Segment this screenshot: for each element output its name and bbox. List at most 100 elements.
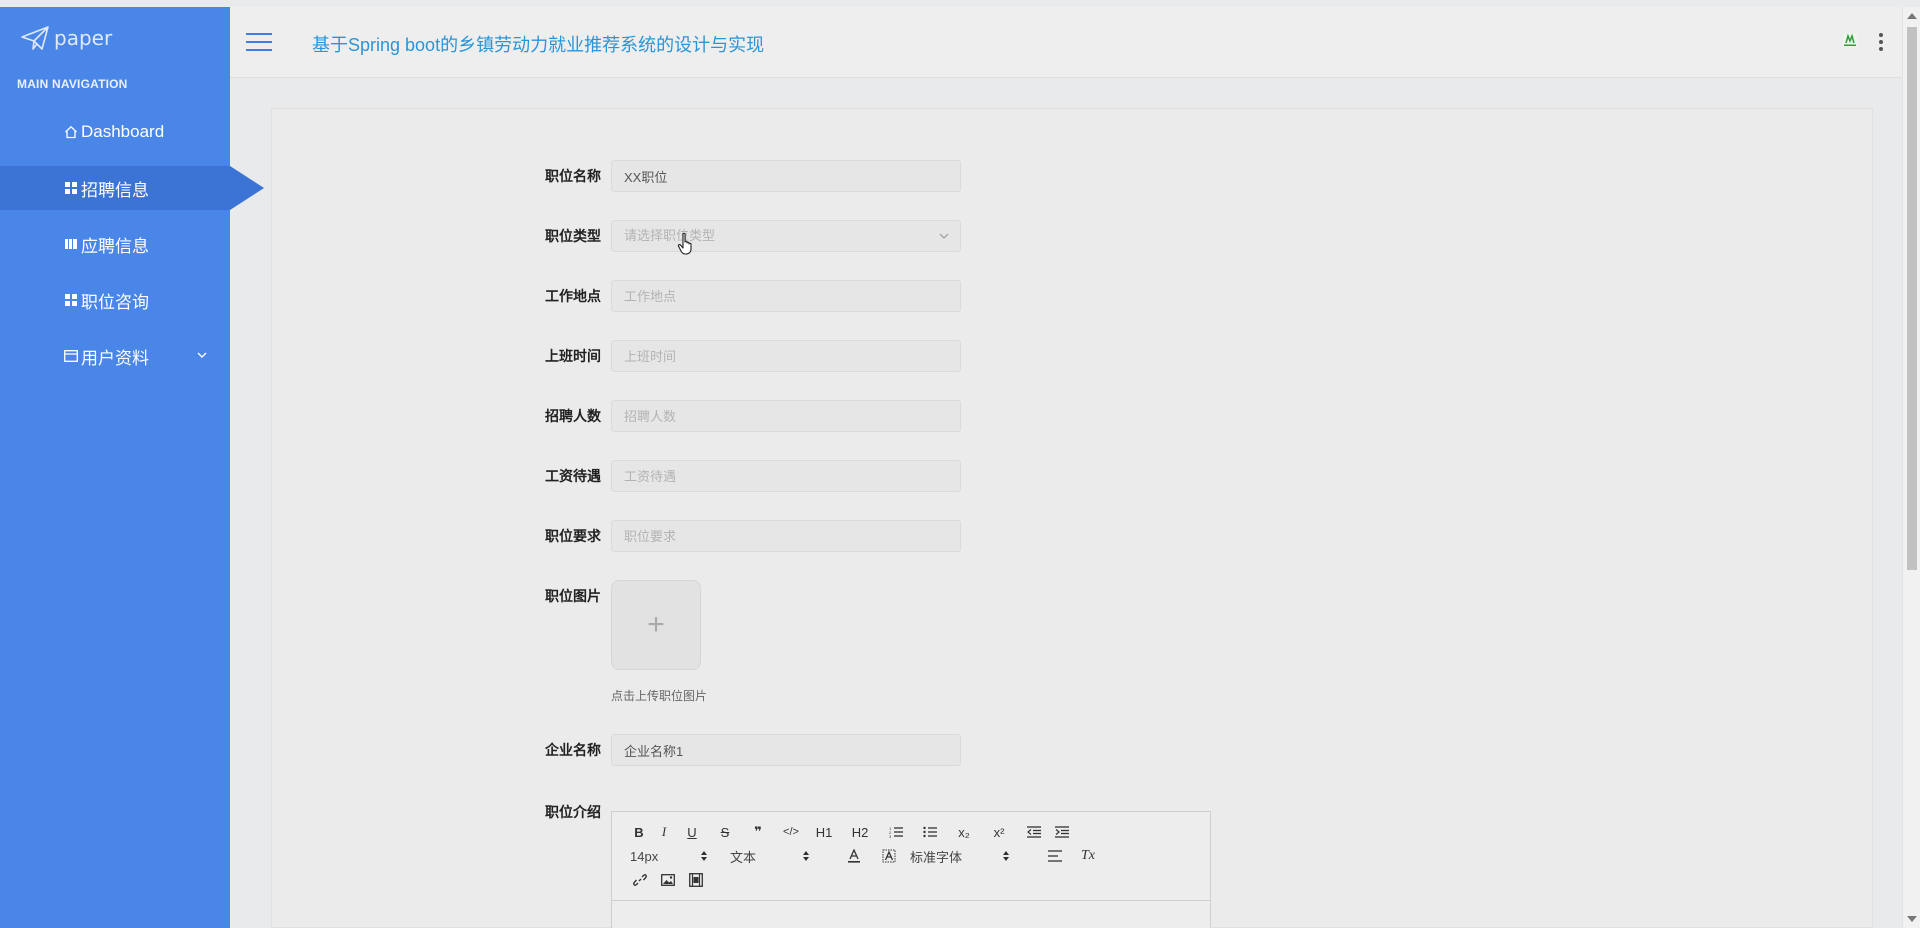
image-upload-button[interactable]: +: [611, 580, 701, 670]
background-color-button[interactable]: [868, 845, 910, 867]
chevron-down-icon: [197, 352, 207, 358]
form-row-job-type: 职位类型 请选择职位类型: [545, 220, 961, 255]
form-row-job-image: 职位图片 +: [545, 580, 701, 670]
hand-cursor-icon: [677, 232, 692, 255]
book-icon: [64, 237, 78, 251]
editor-content-area[interactable]: [612, 900, 1210, 928]
sidebar-item-label: 招聘信息: [81, 180, 149, 200]
italic-button[interactable]: I: [650, 821, 678, 843]
more-options-icon[interactable]: [1878, 33, 1884, 51]
salary-input[interactable]: [611, 460, 961, 492]
home-icon: [64, 125, 78, 139]
sidebar-item-application-info[interactable]: 应聘信息: [0, 222, 230, 266]
font-color-icon: [848, 849, 860, 863]
video-button[interactable]: [682, 869, 710, 891]
grid-icon: [64, 293, 78, 307]
scroll-thumb[interactable]: [1907, 27, 1917, 570]
chevron-down-icon: [939, 233, 949, 239]
job-type-select[interactable]: 请选择职位类型: [611, 220, 961, 255]
font-color-button[interactable]: [840, 845, 868, 867]
editor-toolbar-row-1: B I U S ❞ </> H1 H2 123 x₂ x²: [628, 821, 1076, 843]
outdent-button[interactable]: [1020, 821, 1048, 843]
indent-button[interactable]: [1048, 821, 1076, 843]
sidebar-item-recruitment-info[interactable]: 招聘信息: [0, 166, 264, 210]
work-location-label: 工作地点: [545, 288, 601, 304]
grid-icon: [64, 181, 78, 195]
job-name-label: 职位名称: [545, 168, 601, 184]
scroll-up-arrow-icon[interactable]: [1907, 13, 1917, 19]
strike-button[interactable]: S: [706, 821, 744, 843]
font-size-select[interactable]: 14px: [630, 845, 730, 867]
sidebar-item-label: Dashboard: [81, 122, 165, 141]
form-row-requirements: 职位要求: [545, 520, 961, 552]
form-row-work-time: 上班时间: [545, 340, 961, 372]
video-icon: [689, 873, 703, 887]
ordered-list-icon: 123: [889, 826, 903, 838]
sidebar: paper MAIN NAVIGATION Dashboard 招聘信息 应聘信…: [0, 7, 264, 928]
page-title: 基于Spring boot的乡镇劳动力就业推荐系统的设计与实现: [312, 35, 765, 55]
menu-toggle-icon[interactable]: [246, 33, 272, 53]
sidebar-item-label: 职位咨询: [81, 292, 149, 312]
font-family-value: 标准字体: [910, 849, 963, 865]
work-time-input[interactable]: [611, 340, 961, 372]
h2-button[interactable]: H2: [838, 821, 882, 843]
bullet-list-button[interactable]: [910, 821, 950, 843]
requirements-input[interactable]: [611, 520, 961, 552]
sidebar-nav: Dashboard 招聘信息 应聘信息 职位咨询 用户资料: [0, 110, 264, 390]
clear-format-button[interactable]: Tx: [1074, 845, 1102, 867]
job-intro-label: 职位介绍: [545, 804, 601, 820]
requirements-label: 职位要求: [545, 528, 601, 544]
sidebar-item-dashboard[interactable]: Dashboard: [0, 110, 230, 154]
outdent-icon: [1027, 826, 1041, 838]
sidebar-item-label: 应聘信息: [81, 236, 149, 256]
font-family-select[interactable]: 标准字体: [910, 845, 1036, 867]
company-name-label: 企业名称: [545, 742, 601, 758]
page-scrollbar[interactable]: [1902, 7, 1920, 928]
scroll-down-arrow-icon[interactable]: [1907, 916, 1917, 922]
salary-label: 工资待遇: [545, 468, 601, 484]
form-row-company-name: 企业名称: [545, 734, 961, 766]
align-button[interactable]: [1036, 845, 1074, 867]
ordered-list-button[interactable]: 123: [882, 821, 910, 843]
underline-button[interactable]: U: [678, 821, 706, 843]
bullet-list-icon: [923, 826, 937, 838]
sidebar-item-label: 用户资料: [81, 348, 149, 368]
logo[interactable]: paper: [20, 25, 112, 51]
form-row-work-location: 工作地点: [545, 280, 961, 312]
header-select[interactable]: 文本: [730, 845, 840, 867]
headcount-input[interactable]: [611, 400, 961, 432]
work-location-input[interactable]: [611, 280, 961, 312]
upload-hint: 点击上传职位图片: [611, 689, 708, 703]
paper-plane-icon: [21, 26, 49, 50]
nav-heading: MAIN NAVIGATION: [17, 77, 128, 91]
form-row-job-name: 职位名称: [545, 160, 961, 192]
header-select-value: 文本: [730, 849, 757, 865]
updown-arrow-icon: [1003, 851, 1009, 861]
h1-button[interactable]: H1: [810, 821, 838, 843]
sidebar-item-user-profile[interactable]: 用户资料: [0, 334, 230, 378]
card-icon: [64, 349, 78, 363]
background-color-icon: [882, 849, 896, 863]
superscript-button[interactable]: x²: [978, 821, 1020, 843]
updown-arrow-icon: [803, 851, 809, 861]
updown-arrow-icon: [701, 851, 707, 861]
job-type-label: 职位类型: [545, 228, 601, 244]
indent-icon: [1055, 826, 1069, 838]
code-button[interactable]: </>: [772, 821, 810, 843]
job-name-input[interactable]: [611, 160, 961, 192]
subscript-button[interactable]: x₂: [950, 821, 978, 843]
image-button[interactable]: [654, 869, 682, 891]
link-button[interactable]: [626, 869, 654, 891]
job-image-label: 职位图片: [545, 588, 601, 604]
editor-toolbar-row-2: 14px 文本 标准字体 Tx: [630, 845, 1102, 867]
sidebar-item-job-consult[interactable]: 职位咨询: [0, 278, 230, 322]
bold-button[interactable]: B: [628, 821, 650, 843]
editor-toolbar-row-3: [626, 869, 710, 891]
rich-text-editor: B I U S ❞ </> H1 H2 123 x₂ x² 14px 文本 标准…: [611, 811, 1211, 928]
image-icon: [661, 874, 675, 886]
company-name-input[interactable]: [611, 734, 961, 766]
align-left-icon: [1048, 850, 1062, 862]
avatar-icon[interactable]: [1842, 32, 1858, 48]
form-card: [271, 108, 1873, 928]
blockquote-button[interactable]: ❞: [744, 821, 772, 843]
